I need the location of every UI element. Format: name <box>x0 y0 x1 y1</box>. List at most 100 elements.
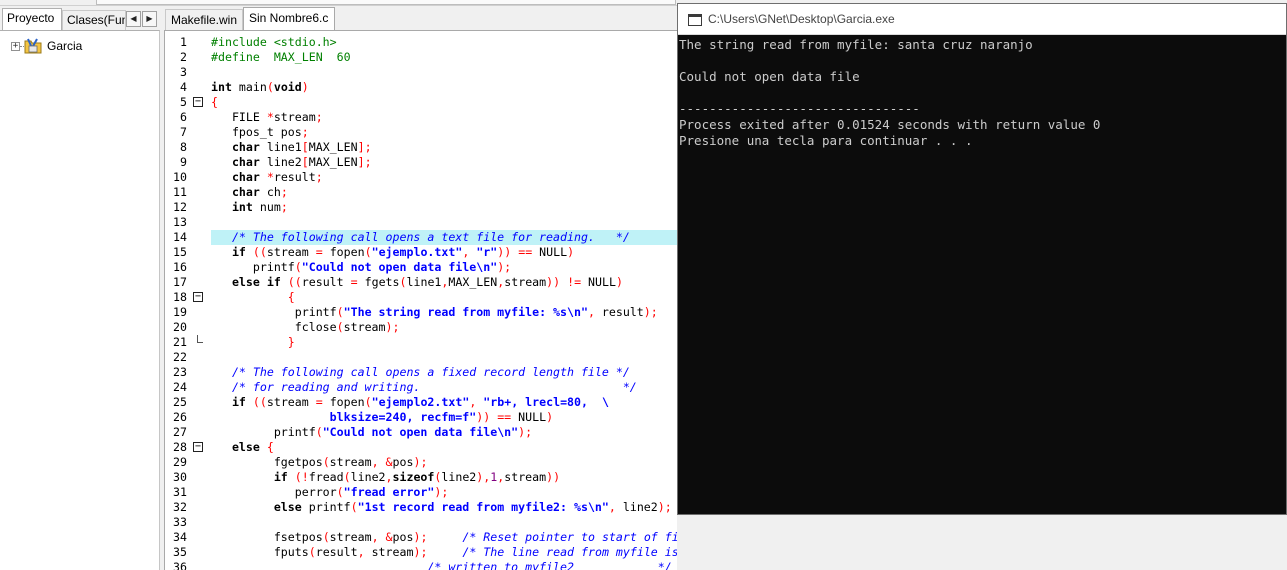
code-text[interactable]: if ((stream = fopen("ejemplo2.txt", "rb+… <box>211 395 609 410</box>
fold-margin <box>191 545 205 560</box>
line-number: 36 <box>173 560 187 570</box>
code-text[interactable]: char line1[MAX_LEN]; <box>211 140 372 155</box>
code-line[interactable]: 33 <box>165 515 677 530</box>
code-text[interactable]: int num; <box>211 200 288 215</box>
fold-margin <box>191 485 205 500</box>
code-text[interactable]: { <box>211 95 218 110</box>
fold-margin <box>191 395 205 410</box>
console-window[interactable]: C:\Users\GNet\Desktop\Garcia.exe The str… <box>677 3 1287 515</box>
code-line[interactable]: 30 if (!fread(line2,sizeof(line2),1,stre… <box>165 470 677 485</box>
code-editor[interactable]: 1 #include <stdio.h> 2 #define MAX_LEN 60 3 4… <box>164 30 677 570</box>
code-line[interactable]: 16 printf("Could not open data file\n"); <box>165 260 677 275</box>
code-line[interactable]: 8 char line1[MAX_LEN]; <box>165 140 677 155</box>
code-line[interactable]: 26 blksize=240, recfm=f")) == NULL) <box>165 410 677 425</box>
code-line[interactable]: 1 #include <stdio.h> <box>165 35 677 50</box>
code-line[interactable]: 19 printf("The string read from myfile: … <box>165 305 677 320</box>
code-line[interactable]: 13 <box>165 215 677 230</box>
tree-expand-icon[interactable]: + <box>11 42 20 51</box>
code-token: , <box>385 470 393 484</box>
code-line[interactable]: 11 char ch; <box>165 185 677 200</box>
code-line[interactable]: 24 /* for reading and writing. */ <box>165 380 677 395</box>
code-line[interactable]: 32 else printf("1st record read from myf… <box>165 500 677 515</box>
line-number: 5 <box>180 95 187 109</box>
code-token: ( <box>399 275 407 289</box>
code-text[interactable]: fgetpos(stream, &pos); <box>211 455 428 470</box>
tab-sin-nombre6[interactable]: Sin Nombre6.c <box>243 7 335 30</box>
code-line[interactable]: 15 if ((stream = fopen("ejemplo.txt", "r… <box>165 245 677 260</box>
code-text[interactable]: } <box>211 335 295 350</box>
code-line[interactable]: 23 /* The following call opens a fixed r… <box>165 365 677 380</box>
code-line[interactable]: 17 else if ((result = fgets(line1,MAX_LE… <box>165 275 677 290</box>
code-text[interactable]: perror("fread error"); <box>211 485 449 500</box>
tab-makefile[interactable]: Makefile.win <box>165 9 243 30</box>
code-area[interactable]: 1 #include <stdio.h> 2 #define MAX_LEN 60 3 4… <box>165 35 677 570</box>
code-line[interactable]: 27 printf("Could not open data file\n"); <box>165 425 677 440</box>
code-line[interactable]: 18− { <box>165 290 677 305</box>
code-line[interactable]: 20 fclose(stream); <box>165 320 677 335</box>
code-line[interactable]: 34 fsetpos(stream, &pos); /* Reset point… <box>165 530 677 545</box>
code-text[interactable]: fsetpos(stream, &pos); /* Reset pointer … <box>211 530 677 545</box>
code-text[interactable]: int main(void) <box>211 80 309 95</box>
code-line[interactable]: 3 <box>165 65 677 80</box>
code-line[interactable]: 5−{ <box>165 95 677 110</box>
fold-margin <box>191 50 205 65</box>
code-text[interactable]: if ((stream = fopen("ejemplo.txt", "r"))… <box>211 245 574 260</box>
code-line[interactable]: 35 fputs(result, stream); /* The line re… <box>165 545 677 560</box>
code-text[interactable]: printf("Could not open data file\n"); <box>211 260 511 275</box>
code-line[interactable]: 14 /* The following call opens a text fi… <box>165 230 677 245</box>
code-line[interactable]: 9 char line2[MAX_LEN]; <box>165 155 677 170</box>
code-token: line2 <box>615 500 658 514</box>
tab-scroll-left-icon[interactable]: ◀ <box>126 11 141 27</box>
code-text[interactable]: /* written to myfile2 */ <box>211 560 671 570</box>
code-text[interactable]: fpos_t pos; <box>211 125 309 140</box>
code-line[interactable]: 4 int main(void) <box>165 80 677 95</box>
code-text[interactable]: #define MAX_LEN 60 <box>211 50 351 65</box>
console-title-bar[interactable]: C:\Users\GNet\Desktop\Garcia.exe <box>678 4 1286 35</box>
code-text[interactable]: /* The following call opens a fixed reco… <box>211 365 630 380</box>
code-line[interactable]: 7 fpos_t pos; <box>165 125 677 140</box>
code-text[interactable]: char *result; <box>211 170 323 185</box>
tab-clases[interactable]: Clases(Fun <box>62 10 126 30</box>
code-text[interactable]: fclose(stream); <box>211 320 400 335</box>
code-line[interactable]: 29 fgetpos(stream, &pos); <box>165 455 677 470</box>
code-text[interactable]: /* The following call opens a text file … <box>211 230 677 245</box>
fold-collapse-icon[interactable]: − <box>191 290 205 305</box>
code-line[interactable]: 28− else { <box>165 440 677 455</box>
code-text[interactable]: { <box>211 290 295 305</box>
toolbar-remnant <box>96 0 676 5</box>
code-text[interactable]: printf("The string read from myfile: %s\… <box>211 305 658 320</box>
line-number: 3 <box>180 65 187 79</box>
code-text[interactable]: char ch; <box>211 185 288 200</box>
line-number: 29 <box>173 455 187 469</box>
code-text[interactable]: fputs(result, stream); /* The line read … <box>211 545 677 560</box>
code-text[interactable]: if (!fread(line2,sizeof(line2),1,stream)… <box>211 470 560 485</box>
code-line[interactable]: 25 if ((stream = fopen("ejemplo2.txt", "… <box>165 395 677 410</box>
project-tree-item-garcia[interactable]: Garcia <box>47 38 82 54</box>
code-line[interactable]: 10 char *result; <box>165 170 677 185</box>
code-text[interactable]: FILE *stream; <box>211 110 323 125</box>
code-text[interactable]: #include <stdio.h> <box>211 35 337 50</box>
code-line[interactable]: 31 perror("fread error"); <box>165 485 677 500</box>
code-text[interactable]: char line2[MAX_LEN]; <box>211 155 372 170</box>
tab-proyecto[interactable]: Proyecto <box>2 8 62 30</box>
code-line[interactable]: 36 /* written to myfile2 */ <box>165 560 677 570</box>
fold-collapse-icon[interactable]: − <box>191 95 205 110</box>
code-text[interactable]: else printf("1st record read from myfile… <box>211 500 672 515</box>
code-token: ; <box>315 110 323 124</box>
fold-margin <box>191 140 205 155</box>
code-line[interactable]: 6 FILE *stream; <box>165 110 677 125</box>
code-line[interactable]: 12 int num; <box>165 200 677 215</box>
code-text[interactable]: else if ((result = fgets(line1,MAX_LEN,s… <box>211 275 623 290</box>
code-line[interactable]: 2 #define MAX_LEN 60 <box>165 50 677 65</box>
code-text[interactable]: else { <box>211 440 274 455</box>
fold-margin <box>191 260 205 275</box>
code-line[interactable]: 21 } <box>165 335 677 350</box>
code-line[interactable]: 22 <box>165 350 677 365</box>
fold-collapse-icon[interactable]: − <box>191 440 205 455</box>
code-text[interactable]: /* for reading and writing. */ <box>211 380 637 395</box>
tab-scroll-right-icon[interactable]: ▶ <box>142 11 157 27</box>
code-text[interactable]: blksize=240, recfm=f")) == NULL) <box>211 410 553 425</box>
code-text[interactable]: printf("Could not open data file\n"); <box>211 425 532 440</box>
fold-margin <box>191 170 205 185</box>
